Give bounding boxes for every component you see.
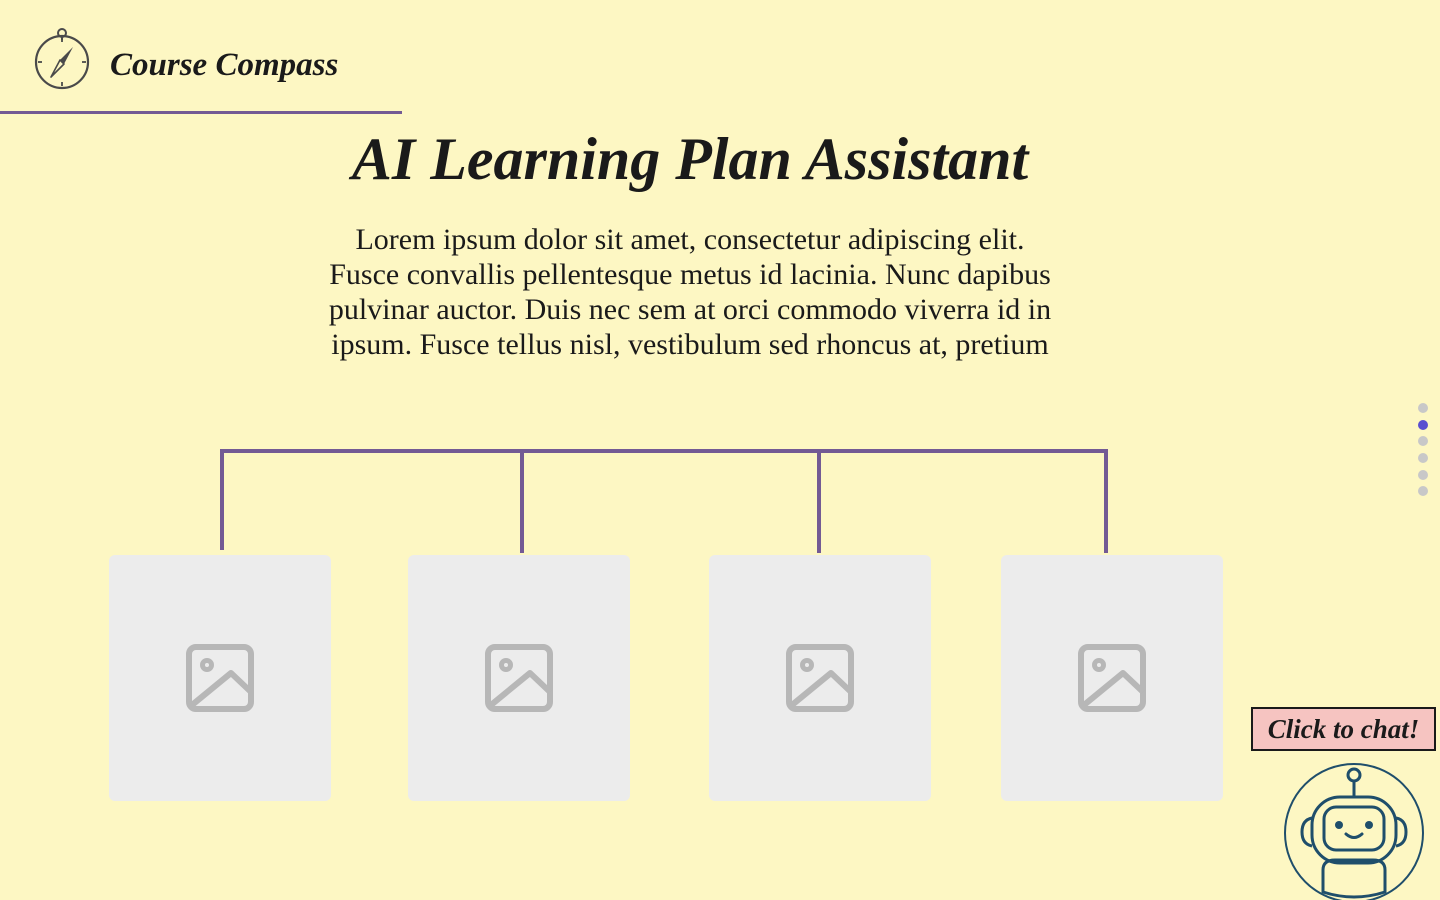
image-placeholder-icon [186,644,254,712]
pagination-dot[interactable] [1418,436,1428,447]
chatbot-launcher[interactable] [1283,762,1425,900]
step-card-3[interactable] [709,555,931,801]
section-pagination [1418,403,1430,503]
image-placeholder-icon [1078,644,1146,712]
page-title: AI Learning Plan Assistant [351,126,1029,192]
pagination-dot[interactable] [1418,453,1428,464]
compass-icon [34,28,90,90]
pagination-dot-active[interactable] [1418,419,1428,430]
brand-name: Course Compass [110,46,339,83]
image-placeholder-icon [485,644,553,712]
brand[interactable]: Course Compass [33,27,338,91]
pagination-dot[interactable] [1418,403,1428,413]
image-placeholder-icon [786,644,854,712]
brand-divider [0,111,402,114]
intro-line: Fusce convallis pellentesque metus id la… [329,258,1051,291]
step-card-1[interactable] [109,555,331,801]
step-card-4[interactable] [1001,555,1223,801]
intro-line: pulvinar auctor. Duis nec sem at orci co… [328,293,1052,326]
step-card-2[interactable] [408,555,630,801]
intro-line: Lorem ipsum dolor sit amet, consectetur … [355,223,1025,256]
robot-icon [1284,763,1424,900]
pagination-dot[interactable] [1418,469,1428,480]
intro-text: Lorem ipsum dolor sit amet, consectetur … [310,222,1070,434]
chat-cta-button[interactable]: Click to chat! [1251,707,1436,751]
intro-line: ipsum. Fusce tellus nisl, vestibulum sed… [331,328,1049,361]
pagination-dot[interactable] [1418,486,1428,497]
